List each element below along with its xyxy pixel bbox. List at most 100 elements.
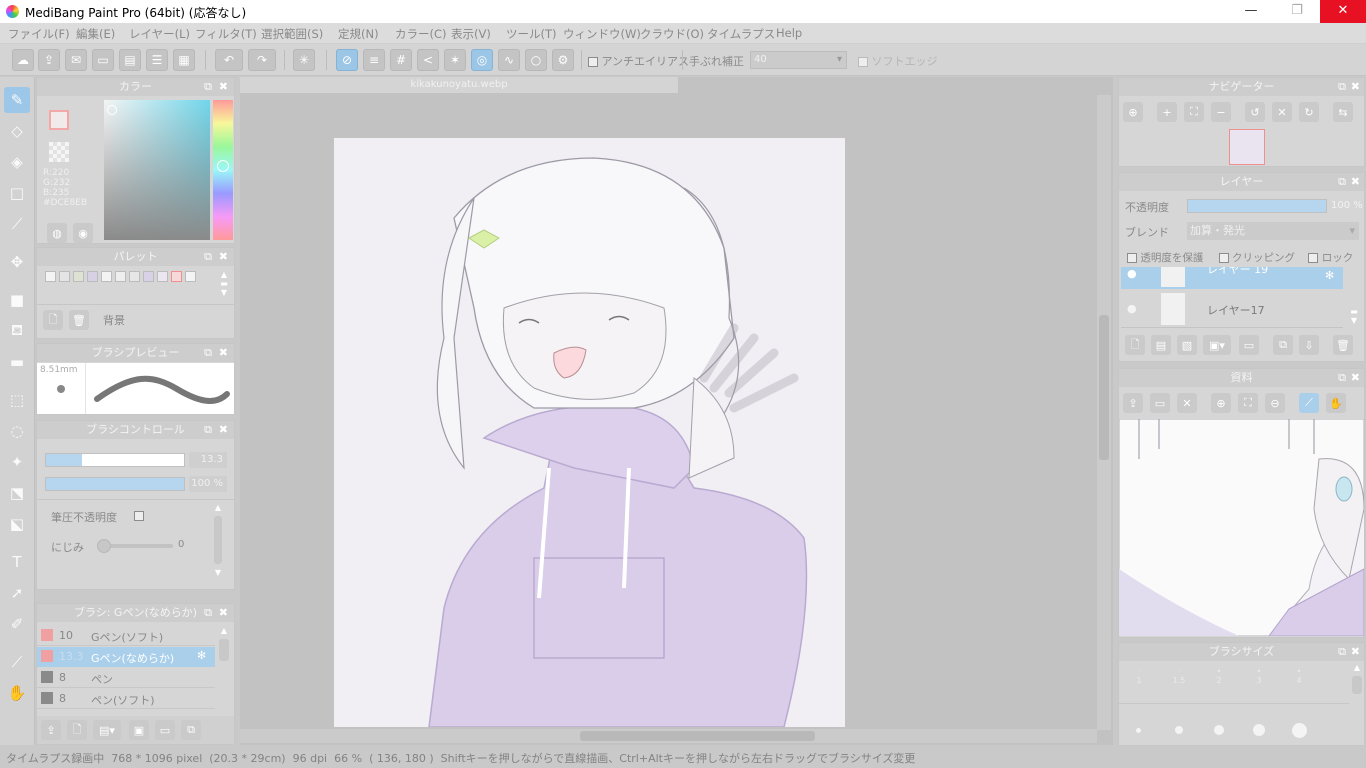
snap-parallel-icon[interactable]: ≡ — [363, 49, 385, 71]
menu-cloud[interactable]: クラウド(O) — [640, 26, 704, 42]
page-icon[interactable]: ▤ — [119, 49, 141, 71]
transparent-color-swatch[interactable] — [49, 142, 69, 162]
clipping-option[interactable]: クリッピング — [1218, 252, 1295, 264]
select-rect-icon[interactable]: ⬚ — [4, 387, 30, 413]
lasso-tool-icon[interactable]: ◌ — [4, 418, 30, 444]
panel-grid-icon[interactable]: ▦ — [173, 49, 195, 71]
cloud-material-icon[interactable]: ⇪ — [1123, 393, 1143, 413]
line-tool-icon[interactable]: ⟋ — [4, 211, 30, 237]
hand-tool-icon[interactable]: ✋ — [4, 680, 30, 706]
list-icon[interactable]: ☰ — [146, 49, 168, 71]
brush-size-option[interactable]: · 1 — [1121, 667, 1157, 685]
protect-alpha-option[interactable]: 透明度を保護 — [1127, 252, 1203, 264]
brush-size-value[interactable]: 13.3 — [189, 452, 227, 468]
reference-image[interactable] — [1119, 419, 1364, 636]
close-icon[interactable]: ✖ — [1351, 173, 1360, 191]
minimize-button[interactable]: — — [1228, 0, 1274, 23]
eyedropper-tool-icon[interactable]: ⟋ — [4, 649, 30, 675]
operation-tool-icon[interactable]: ➚ — [4, 580, 30, 606]
popout-icon[interactable]: ⧉ — [1338, 78, 1346, 96]
zoom-out-icon[interactable]: ⊖ — [1265, 393, 1285, 413]
open-folder-icon[interactable]: ▭ — [1150, 393, 1170, 413]
brush-item[interactable]: 10 Gペン(ソフト) — [37, 626, 215, 646]
menu-color[interactable]: カラー(C) — [395, 26, 447, 42]
palette-swatch[interactable] — [129, 271, 140, 282]
close-icon[interactable]: ✖ — [1351, 78, 1360, 96]
brush-control-scrollbar[interactable]: ▲ ▼ — [212, 503, 224, 583]
popout-icon[interactable]: ⧉ — [204, 604, 212, 622]
popout-icon[interactable]: ⧉ — [1338, 643, 1346, 661]
add-brush-icon[interactable]: ▤▾ — [93, 720, 121, 740]
document-tab[interactable]: kikakunoyatu.webp — [240, 77, 678, 93]
palette-swatch[interactable] — [87, 271, 98, 282]
new-halftone-layer-icon[interactable]: ▤ — [1151, 335, 1171, 355]
bucket-tool-icon[interactable]: ⛾ — [4, 318, 30, 344]
horizontal-scroll-thumb[interactable] — [580, 731, 815, 741]
brush-settings-icon[interactable]: ▣ — [129, 720, 149, 740]
fill-rect-icon[interactable]: ■ — [4, 287, 30, 313]
palette-swatch[interactable] — [115, 271, 126, 282]
menu-filter[interactable]: フィルタ(T) — [195, 26, 257, 42]
magic-wand-icon[interactable]: ✦ — [4, 449, 30, 475]
cloud-brush-icon[interactable]: ⇪ — [41, 720, 61, 740]
layer-opacity-slider[interactable] — [1187, 199, 1327, 213]
lock-option[interactable]: ロック — [1308, 252, 1353, 264]
popout-icon[interactable]: ⧉ — [1338, 369, 1346, 387]
hand-icon[interactable]: ✋ — [1326, 393, 1346, 413]
horizontal-scrollbar[interactable] — [240, 729, 1097, 743]
snap-radial-icon[interactable]: ✶ — [444, 49, 466, 71]
brush-size-dot[interactable] — [1214, 725, 1224, 735]
vertical-scrollbar[interactable] — [1097, 95, 1111, 730]
popout-icon[interactable]: ⧉ — [204, 78, 212, 96]
brush-item-selected[interactable]: 13.3 Gペン(なめらか) ✻ — [37, 647, 215, 667]
pressure-opacity-checkbox[interactable] — [134, 511, 144, 521]
brush-tool-icon[interactable]: ✎ — [4, 87, 30, 113]
brush-size-option[interactable]: • 2 — [1201, 667, 1237, 685]
brush-opacity-value[interactable]: 100 % — [189, 476, 227, 492]
eyedropper-icon[interactable]: ⟋ — [1299, 393, 1319, 413]
close-material-icon[interactable]: ✕ — [1177, 393, 1197, 413]
delete-layer-icon[interactable]: 🗑 — [1333, 335, 1353, 355]
protect-alpha-checkbox[interactable] — [1127, 253, 1137, 263]
primary-color-swatch[interactable] — [49, 110, 69, 130]
color-mixer-icon[interactable]: ◉ — [73, 223, 93, 243]
duplicate-brush-icon[interactable]: ⧉ — [181, 720, 201, 740]
new-brush-icon[interactable]: 🗋 — [67, 720, 87, 740]
brush-size-dot[interactable] — [1175, 726, 1183, 734]
rotate-right-icon[interactable]: ↻ — [1299, 102, 1319, 122]
comment-icon[interactable]: ✉ — [65, 49, 87, 71]
flip-icon[interactable]: ⇆ — [1333, 102, 1353, 122]
brush-size-option[interactable]: · 1.5 — [1161, 667, 1197, 685]
palette-swatch[interactable] — [143, 271, 154, 282]
chat-icon[interactable]: ▭ — [92, 49, 114, 71]
menu-ruler[interactable]: 定規(N) — [338, 26, 379, 42]
cloud-icon[interactable]: ☁ — [12, 49, 34, 71]
gear-icon[interactable]: ✻ — [197, 649, 206, 662]
snap-curve-icon[interactable]: ∿ — [498, 49, 520, 71]
stabilizer-select[interactable]: 40 ▾ — [750, 51, 847, 69]
hue-slider[interactable] — [213, 100, 233, 240]
snap-off-icon[interactable]: ⊘ — [336, 49, 358, 71]
maximize-button[interactable]: ❐ — [1274, 0, 1320, 23]
menu-help[interactable]: Help — [776, 26, 802, 40]
eye-icon[interactable]: ● — [1127, 302, 1137, 315]
snap-ellipse-icon[interactable]: ○ — [525, 49, 547, 71]
brush-size-dot[interactable] — [1292, 723, 1307, 738]
brush-list-scrollbar[interactable]: ▲ — [217, 626, 231, 714]
palette-swatch[interactable] — [101, 271, 112, 282]
dot-eraser-icon[interactable]: ◈ — [4, 149, 30, 175]
close-icon[interactable]: ✖ — [219, 604, 228, 622]
artwork-canvas[interactable] — [334, 138, 845, 727]
palette-swatch[interactable] — [59, 271, 70, 282]
eraser-tool-icon[interactable]: ◇ — [4, 118, 30, 144]
palette-swatch[interactable] — [45, 271, 56, 282]
palette-swatch[interactable] — [157, 271, 168, 282]
palette-swatch[interactable] — [73, 271, 84, 282]
gradient-tool-icon[interactable]: ▬ — [4, 349, 30, 375]
soft-edge-option[interactable]: ソフトエッジ — [858, 53, 938, 69]
soft-edge-checkbox[interactable] — [858, 57, 868, 67]
new-8bit-layer-icon[interactable]: ▧ — [1177, 335, 1197, 355]
palette-swatch[interactable] — [171, 271, 182, 282]
zoom-in-icon[interactable]: ⊕ — [1211, 393, 1231, 413]
folder-icon[interactable]: ▭ — [155, 720, 175, 740]
